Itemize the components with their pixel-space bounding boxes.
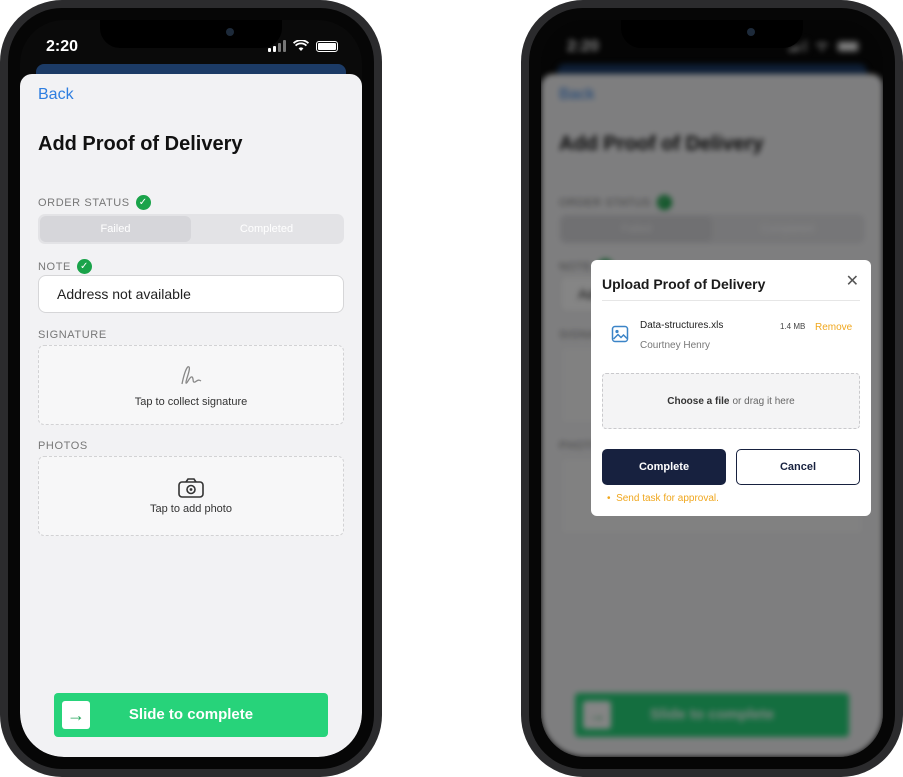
modal-title: Upload Proof of Delivery [602, 276, 766, 292]
battery-icon [316, 40, 338, 52]
complete-button[interactable]: Complete [602, 449, 726, 485]
upload-proof-modal: Upload Proof of Delivery ✕ Data-structur… [591, 260, 871, 516]
signature-pad[interactable]: Tap to collect signature [38, 345, 344, 425]
phone-notch [621, 20, 803, 48]
status-time: 2:20 [46, 38, 79, 55]
status-icons [268, 40, 338, 52]
note-value: Address not available [57, 286, 191, 302]
phone-notch [100, 20, 282, 48]
approval-hint: • Send task for approval. [607, 493, 719, 504]
phone-left: 2:20 Back Add Proof of Delivery ORDER ST… [0, 0, 382, 777]
check-circle-icon: ✓ [76, 259, 92, 274]
drop-hint: or drag it here [732, 395, 795, 407]
segment-completed[interactable]: Completed [191, 216, 342, 242]
photo-hint: Tap to add photo [150, 503, 232, 515]
file-owner: Courtney Henry [640, 340, 711, 351]
image-file-icon [611, 325, 629, 343]
signature-hint: Tap to collect signature [134, 396, 248, 408]
signature-icon [181, 366, 202, 385]
segment-failed[interactable]: Failed [40, 216, 191, 242]
proof-of-delivery-sheet: Back Add Proof of Delivery ORDER STATUS … [20, 74, 362, 757]
order-status-segmented-control[interactable]: Failed Completed [38, 214, 344, 244]
remove-file-link[interactable]: Remove [815, 322, 852, 333]
order-status-text: ORDER STATUS [38, 196, 130, 209]
file-name: Data-structures.xls [640, 320, 724, 331]
signature-label: SIGNATURE [38, 329, 107, 341]
back-button[interactable]: Back [38, 86, 74, 104]
approval-hint-text: Send task for approval. [616, 493, 719, 504]
slide-label: Slide to complete [128, 706, 254, 723]
close-icon[interactable]: ✕ [846, 271, 859, 291]
note-input[interactable]: Address not available [38, 275, 344, 313]
cancel-button[interactable]: Cancel [736, 449, 860, 485]
phone-screen: 2:20 Back Add Proof of Delivery ORDER ST… [541, 20, 883, 757]
photo-drop-area[interactable]: Tap to add photo [38, 456, 344, 536]
camera-icon [178, 478, 204, 498]
file-drop-zone[interactable]: Choose a file or drag it here [602, 373, 860, 429]
note-label: NOTE ✓ [38, 259, 92, 274]
page-title: Add Proof of Delivery [38, 133, 243, 155]
check-circle-icon: ✓ [135, 195, 151, 210]
phone-right: 2:20 Back Add Proof of Delivery ORDER ST… [521, 0, 903, 777]
slide-to-complete[interactable]: → Slide to complete [54, 693, 328, 737]
file-size: 1.4 MB [780, 322, 806, 331]
photos-label: PHOTOS [38, 440, 88, 452]
modal-divider [602, 300, 860, 301]
note-label-text: NOTE [38, 260, 71, 273]
order-status-label: ORDER STATUS ✓ [38, 195, 151, 210]
phone-screen: 2:20 Back Add Proof of Delivery ORDER ST… [20, 20, 362, 757]
wifi-icon [293, 40, 309, 51]
choose-file-link[interactable]: Choose a file [667, 396, 729, 407]
